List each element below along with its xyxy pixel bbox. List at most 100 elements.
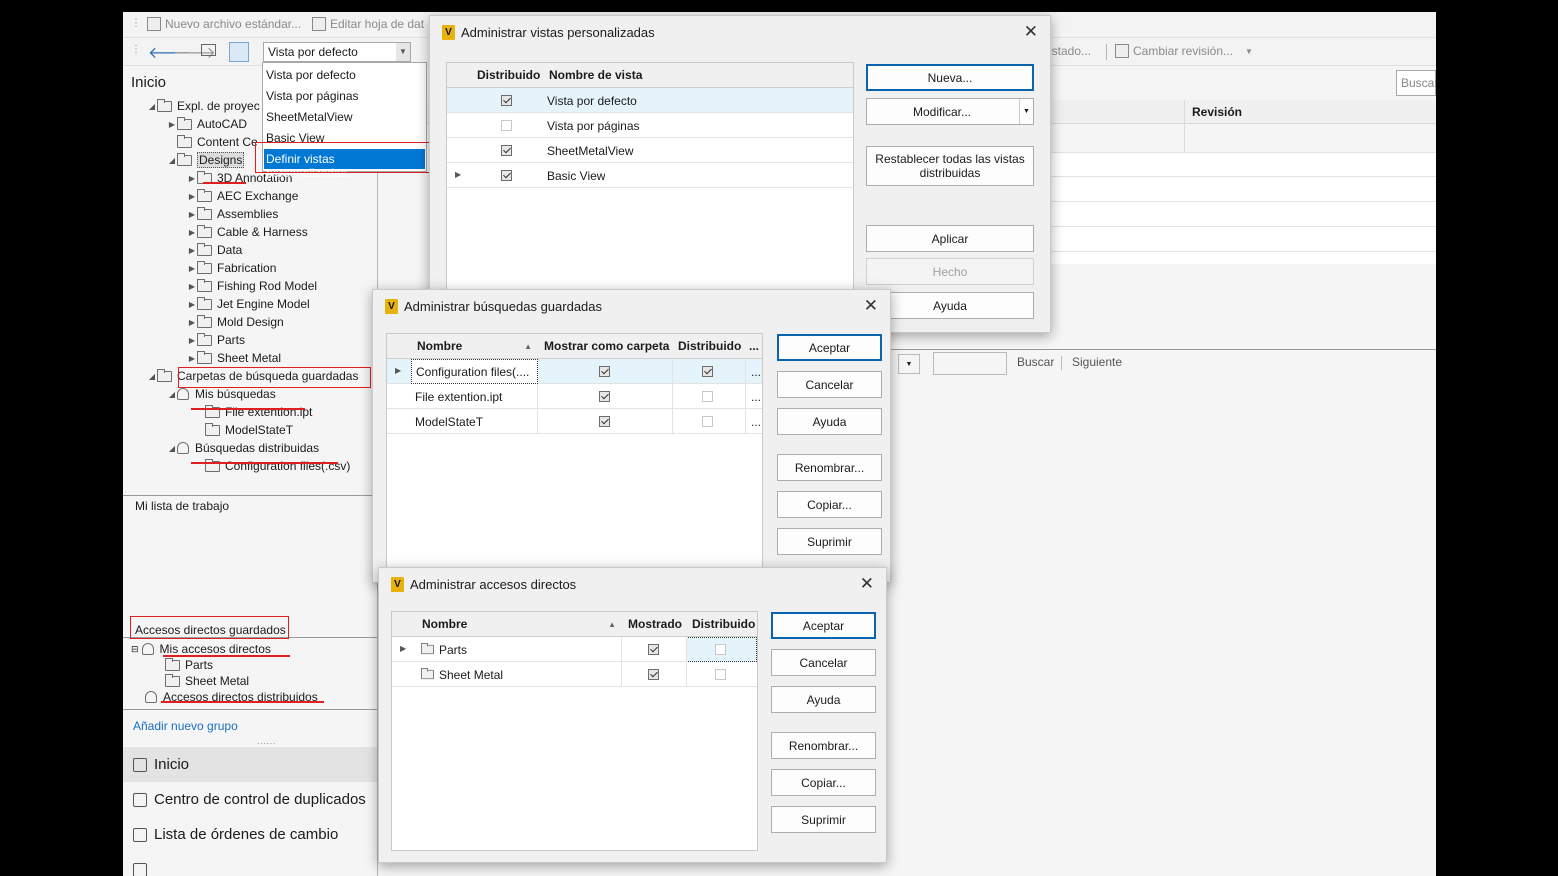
checkbox-checked[interactable] [599, 366, 610, 377]
chevron-right-icon[interactable]: ▶ [187, 300, 197, 309]
checkbox-checked[interactable] [501, 145, 512, 156]
find-combo[interactable]: ▼ [898, 354, 920, 374]
tree-item-project-explorer[interactable]: ◢ Expl. de proyec [147, 97, 260, 115]
tree-item-folder[interactable]: ▶ Assemblies [187, 205, 278, 223]
close-icon[interactable]: ✕ [1024, 22, 1038, 42]
chevron-down-icon[interactable]: ◢ [147, 102, 157, 111]
chevron-down-icon[interactable]: ◢ [147, 372, 157, 381]
rename-button[interactable]: Renombrar... [771, 732, 876, 759]
column-header-view-name[interactable]: Nombre de vista [543, 63, 853, 88]
chevron-right-icon[interactable]: ▶ [187, 174, 197, 183]
search-row[interactable]: ▶ Configuration files(....... [387, 359, 762, 384]
chevron-right-icon[interactable]: ▶ [187, 354, 197, 363]
chevron-right-icon[interactable]: ▶ [187, 318, 197, 327]
tree-item-folder[interactable]: ▶ Parts [187, 331, 245, 349]
reset-distributed-views-button[interactable]: Restablecer todas las vistas distribuida… [866, 146, 1034, 186]
chevron-down-icon[interactable]: ◢ [167, 156, 177, 165]
tree-item-folder[interactable]: ▶ Mold Design [187, 313, 284, 331]
chevron-right-icon[interactable]: ▶ [187, 336, 197, 345]
search-input[interactable]: Buscar [1396, 70, 1436, 96]
chevron-right-icon[interactable]: ▶ [187, 246, 197, 255]
column-header-distributed[interactable]: Distribuido [672, 334, 745, 359]
tree-item-folder[interactable]: ▶ Data [187, 241, 242, 259]
new-view-button[interactable]: Nueva... [866, 64, 1034, 91]
shortcut-row[interactable]: ▶ Parts [392, 637, 757, 662]
close-icon[interactable]: ✕ [864, 296, 878, 316]
find-next-button[interactable]: Siguiente [1072, 355, 1122, 369]
revision-column-header[interactable]: Revisión [1192, 105, 1242, 119]
tree-item-autocad[interactable]: ▶ AutoCAD [167, 115, 247, 133]
chevron-right-icon[interactable]: ▶ [187, 282, 197, 291]
column-header-distributed[interactable]: Distribuido [686, 612, 757, 637]
column-header-more[interactable]: ... [745, 334, 762, 359]
collapse-box-icon[interactable]: ⊟ [131, 644, 139, 655]
ok-button[interactable]: Aceptar [771, 612, 876, 639]
splitter-grip[interactable]: ...... [257, 737, 276, 746]
nav-duplicates[interactable]: Centro de control de duplicados [123, 782, 377, 817]
search-row[interactable]: ModelStateT... [387, 409, 762, 434]
checkbox-checked[interactable] [702, 366, 713, 377]
find-input[interactable] [933, 352, 1007, 375]
change-state-button[interactable]: estado... [1045, 44, 1091, 58]
delete-button[interactable]: Suprimir [771, 806, 876, 833]
delete-button[interactable]: Suprimir [777, 528, 882, 555]
checkbox-checked[interactable] [599, 391, 610, 402]
tree-item-folder[interactable]: ▶ Fishing Rod Model [187, 277, 317, 295]
checkbox-checked[interactable] [501, 95, 512, 106]
checkbox-checked[interactable] [648, 669, 659, 680]
tree-item-search[interactable]: File extention.ipt [205, 403, 312, 421]
help-button[interactable]: Ayuda [777, 408, 882, 435]
view-row[interactable]: SheetMetalView [447, 138, 853, 163]
column-header-name[interactable]: Nombre ▲ [416, 612, 622, 637]
tree-item-designs[interactable]: ◢ Designs [167, 151, 245, 169]
rename-button[interactable]: Renombrar... [777, 454, 882, 481]
column-header-name[interactable]: Nombre ▲ [411, 334, 538, 359]
column-header-distributed[interactable]: Distribuido [471, 63, 543, 88]
tree-item-search[interactable]: ModelStateT [205, 421, 293, 439]
chevron-right-icon[interactable]: ▶ [187, 264, 197, 273]
help-button[interactable]: Ayuda [866, 292, 1034, 319]
copy-button[interactable]: Copiar... [777, 491, 882, 518]
cancel-button[interactable]: Cancelar [771, 649, 876, 676]
checkbox-unchecked[interactable] [715, 644, 726, 655]
shortcut-row[interactable]: Sheet Metal [392, 662, 757, 687]
layout-pane-icon[interactable] [229, 42, 249, 62]
view-option[interactable]: Vista por defecto [266, 68, 356, 82]
search-name-cell[interactable]: File extention.ipt [411, 384, 538, 409]
chevron-down-icon[interactable]: ◢ [167, 444, 177, 453]
checkbox-unchecked[interactable] [715, 669, 726, 680]
edit-datasheet-button[interactable]: Editar hoja de dat [312, 17, 424, 31]
checkbox-checked[interactable] [648, 644, 659, 655]
go-to-folder-icon[interactable] [201, 44, 216, 56]
view-row[interactable]: Vista por páginas [447, 113, 853, 138]
tree-item-folder[interactable]: ▶ Cable & Harness [187, 223, 308, 241]
change-revision-button[interactable]: Cambiar revisión... ▼ [1115, 44, 1253, 58]
checkbox-unchecked[interactable] [501, 120, 512, 131]
tree-item-distributed-searches[interactable]: ◢ Búsquedas distribuidas [167, 439, 319, 457]
add-group-link[interactable]: Añadir nuevo grupo [133, 719, 238, 733]
tree-item-search[interactable]: Configuration files(.csv) [205, 457, 350, 475]
nav-more[interactable] [123, 852, 377, 876]
more-options-button[interactable]: ... [747, 384, 761, 409]
chevron-down-icon[interactable]: ▼ [1019, 99, 1033, 124]
chevron-right-icon[interactable]: ▶ [187, 228, 197, 237]
more-options-button[interactable]: ... [747, 359, 761, 384]
checkbox-unchecked[interactable] [702, 416, 713, 427]
cancel-button[interactable]: Cancelar [777, 371, 882, 398]
search-name-cell[interactable]: Configuration files(.... [411, 359, 538, 384]
apply-button[interactable]: Aplicar [866, 225, 1034, 252]
checkbox-checked[interactable] [599, 416, 610, 427]
chevron-right-icon[interactable]: ▶ [187, 192, 197, 201]
tree-item-folder[interactable]: ▶ AEC Exchange [187, 187, 298, 205]
view-row[interactable]: ▶ Basic View [447, 163, 853, 188]
view-option[interactable]: SheetMetalView [266, 110, 353, 124]
chevron-right-icon[interactable]: ▶ [187, 210, 197, 219]
copy-button[interactable]: Copiar... [771, 769, 876, 796]
checkbox-checked[interactable] [501, 170, 512, 181]
tree-item-folder[interactable]: ▶ Sheet Metal [187, 349, 281, 367]
checkbox-unchecked[interactable] [702, 391, 713, 402]
search-row[interactable]: File extention.ipt... [387, 384, 762, 409]
help-button[interactable]: Ayuda [771, 686, 876, 713]
view-option[interactable]: Vista por páginas [266, 89, 359, 103]
column-header-shown[interactable]: Mostrado [622, 612, 686, 637]
